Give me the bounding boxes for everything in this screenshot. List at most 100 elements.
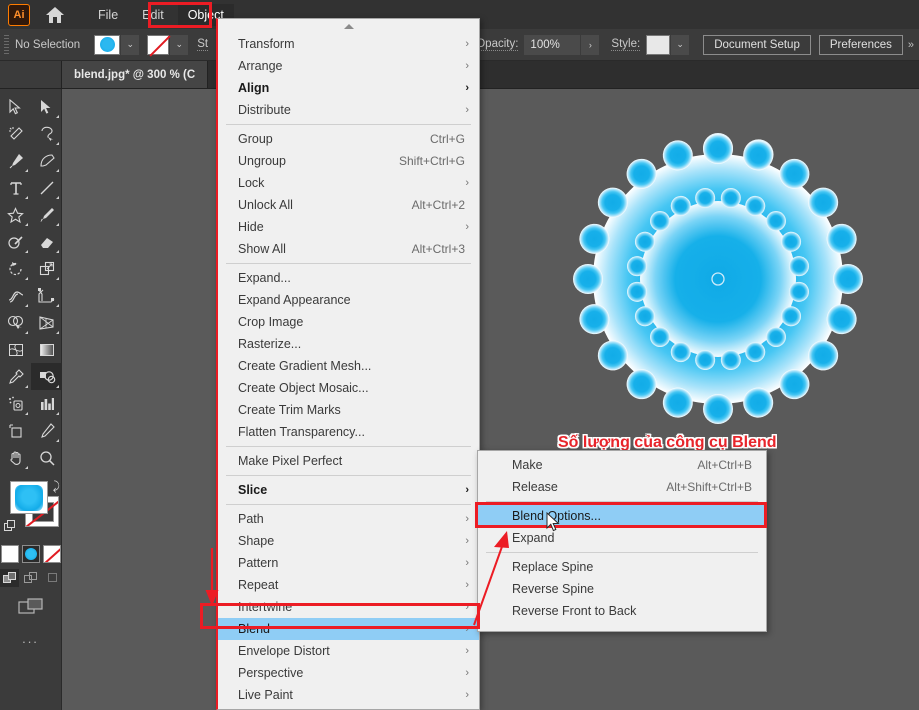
shape-tool[interactable] xyxy=(0,201,31,228)
menu-item-show-all[interactable]: Show All Alt+Ctrl+3 xyxy=(218,238,479,260)
draw-inside-button[interactable] xyxy=(42,569,61,587)
style-label[interactable]: Style: xyxy=(611,38,640,51)
opacity-label[interactable]: Opacity: xyxy=(476,38,518,51)
menu-item-hide[interactable]: Hide › xyxy=(218,216,479,238)
column-graph-tool[interactable] xyxy=(31,390,62,417)
home-icon[interactable] xyxy=(44,4,66,26)
submenu-item-reverse-front-to-back[interactable]: Reverse Front to Back xyxy=(478,600,766,622)
menu-item-make-pixel-perfect[interactable]: Make Pixel Perfect xyxy=(218,450,479,472)
stroke-none-swatch[interactable] xyxy=(147,35,169,55)
menu-item-expand[interactable]: Expand... xyxy=(218,267,479,289)
eyedropper-tool[interactable] xyxy=(0,363,31,390)
curvature-tool[interactable] xyxy=(31,147,62,174)
slice-tool[interactable] xyxy=(31,417,62,444)
symbol-sprayer-tool[interactable] xyxy=(0,390,31,417)
menu-item-create-object-mosaic[interactable]: Create Object Mosaic... xyxy=(218,377,479,399)
type-tool[interactable] xyxy=(0,174,31,201)
artboard-tool[interactable] xyxy=(0,417,31,444)
drawing-mode-row[interactable] xyxy=(0,569,61,587)
preferences-button[interactable]: Preferences xyxy=(819,35,903,55)
blend-gear-artwork[interactable]: Số lượng của công cụ Blend xyxy=(548,109,888,449)
free-transform-tool[interactable] xyxy=(31,282,62,309)
submenu-item-make[interactable]: Make Alt+Ctrl+B xyxy=(478,454,766,476)
menu-item-path[interactable]: Path › xyxy=(218,508,479,530)
style-dropdown-caret[interactable]: ⌄ xyxy=(671,35,689,55)
control-bar-grip[interactable] xyxy=(4,35,9,55)
color-mode-white[interactable] xyxy=(1,545,19,563)
menu-item-rasterize[interactable]: Rasterize... xyxy=(218,333,479,355)
menu-item-blend[interactable]: Blend › xyxy=(218,618,479,640)
direct-selection-tool[interactable] xyxy=(31,93,62,120)
menu-item-ungroup[interactable]: Ungroup Shift+Ctrl+G xyxy=(218,150,479,172)
fill-dropdown-caret[interactable]: ⌄ xyxy=(121,35,139,55)
rotate-tool[interactable] xyxy=(0,255,31,282)
default-fill-stroke-icon[interactable] xyxy=(4,520,16,532)
menu-item-create-gradient-mesh[interactable]: Create Gradient Mesh... xyxy=(218,355,479,377)
stroke-dropdown-caret[interactable]: ⌄ xyxy=(170,35,188,55)
menu-item-flatten-transparency[interactable]: Flatten Transparency... xyxy=(218,421,479,443)
mesh-tool[interactable] xyxy=(0,336,31,363)
submenu-item-replace-spine[interactable]: Replace Spine xyxy=(478,556,766,578)
fill-color-swatch[interactable] xyxy=(94,35,120,55)
opacity-flyout-caret[interactable]: › xyxy=(581,35,599,55)
menu-item-repeat[interactable]: Repeat › xyxy=(218,574,479,596)
menu-item-distribute[interactable]: Distribute › xyxy=(218,99,479,121)
document-tab[interactable]: blend.jpg* @ 300 % (C xyxy=(62,61,208,88)
menu-edit[interactable]: Edit xyxy=(132,4,174,26)
submenu-item-blend-options[interactable]: Blend Options... xyxy=(478,505,766,527)
draw-normal-button[interactable] xyxy=(0,569,19,587)
screen-mode-button[interactable] xyxy=(0,597,61,617)
shaper-tool[interactable] xyxy=(0,228,31,255)
swap-fill-stroke-icon[interactable]: ⤸ xyxy=(53,479,60,494)
color-mode-row[interactable] xyxy=(0,545,61,563)
lasso-tool[interactable] xyxy=(31,120,62,147)
menu-item-perspective[interactable]: Perspective › xyxy=(218,662,479,684)
style-swatch[interactable] xyxy=(646,35,670,55)
menu-item-live-paint[interactable]: Live Paint › xyxy=(218,684,479,706)
submenu-item-reverse-spine[interactable]: Reverse Spine xyxy=(478,578,766,600)
submenu-item-release[interactable]: Release Alt+Shift+Ctrl+B xyxy=(478,476,766,498)
color-mode-gradient[interactable] xyxy=(22,545,40,563)
eraser-tool[interactable] xyxy=(31,228,62,255)
scroll-up-arrow[interactable] xyxy=(218,19,479,33)
menu-item-intertwine[interactable]: Intertwine › xyxy=(218,596,479,618)
fill-swatch[interactable] xyxy=(10,481,48,514)
menu-item-align[interactable]: Align › xyxy=(218,77,479,99)
line-segment-tool[interactable] xyxy=(31,174,62,201)
menu-item-envelope-distort[interactable]: Envelope Distort › xyxy=(218,640,479,662)
draw-behind-button[interactable] xyxy=(21,569,40,587)
menu-item-slice[interactable]: Slice › xyxy=(218,479,479,501)
menu-item-group[interactable]: Group Ctrl+G xyxy=(218,128,479,150)
color-controls[interactable]: ⤸ xyxy=(0,477,62,543)
menu-item-image-trace[interactable]: Image Trace › xyxy=(218,706,479,710)
opacity-input[interactable]: 100% xyxy=(524,35,580,55)
submenu-item-expand[interactable]: Expand xyxy=(478,527,766,549)
shape-builder-tool[interactable] xyxy=(0,309,31,336)
perspective-grid-tool[interactable] xyxy=(31,309,62,336)
blend-submenu[interactable]: Make Alt+Ctrl+B Release Alt+Shift+Ctrl+B… xyxy=(477,450,767,632)
more-tools-button[interactable]: ... xyxy=(0,631,61,646)
menu-item-create-trim-marks[interactable]: Create Trim Marks xyxy=(218,399,479,421)
tools-panel[interactable]: ⤸ ... xyxy=(0,89,62,710)
menu-item-pattern[interactable]: Pattern › xyxy=(218,552,479,574)
scale-tool[interactable] xyxy=(31,255,62,282)
menu-item-lock[interactable]: Lock › xyxy=(218,172,479,194)
document-setup-button[interactable]: Document Setup xyxy=(703,35,811,55)
menu-item-shape[interactable]: Shape › xyxy=(218,530,479,552)
object-menu[interactable]: Transform › Arrange › Align › Distribute… xyxy=(216,18,480,710)
menu-item-unlock-all[interactable]: Unlock All Alt+Ctrl+2 xyxy=(218,194,479,216)
stroke-label[interactable]: St xyxy=(197,38,208,51)
menu-item-arrange[interactable]: Arrange › xyxy=(218,55,479,77)
selection-tool[interactable] xyxy=(0,93,31,120)
width-tool[interactable] xyxy=(0,282,31,309)
gradient-tool[interactable] xyxy=(31,336,62,363)
menu-item-crop-image[interactable]: Crop Image xyxy=(218,311,479,333)
overflow-chevron-right[interactable]: » xyxy=(903,39,919,51)
zoom-tool[interactable] xyxy=(31,444,62,471)
menu-item-expand-appearance[interactable]: Expand Appearance xyxy=(218,289,479,311)
color-mode-none[interactable] xyxy=(43,545,61,563)
menu-item-transform[interactable]: Transform › xyxy=(218,33,479,55)
pen-tool[interactable] xyxy=(0,147,31,174)
menu-file[interactable]: File xyxy=(88,4,128,26)
magic-wand-tool[interactable] xyxy=(0,120,31,147)
